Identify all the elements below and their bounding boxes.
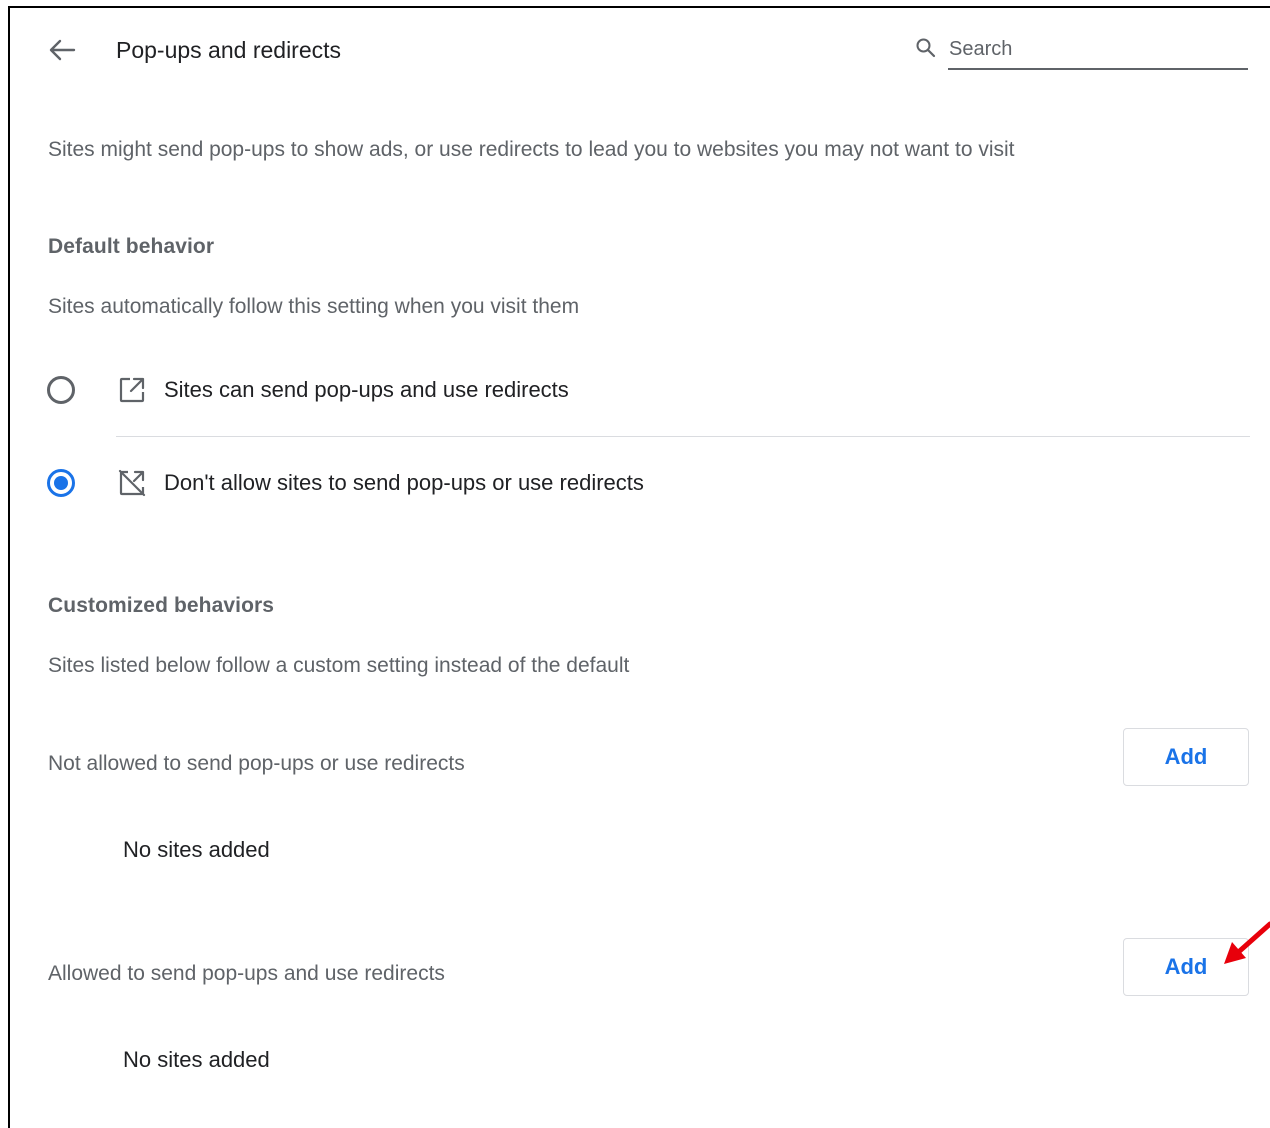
arrow-back-icon (49, 39, 76, 61)
annotation-arrow-icon (1224, 921, 1270, 964)
radio-label-block-popups: Don't allow sites to send pop-ups or use… (164, 470, 644, 495)
blocked-sites-label: Not allowed to send pop-ups or use redir… (48, 752, 465, 775)
search-field[interactable] (910, 28, 1250, 74)
radio-label-allow-popups: Sites can send pop-ups and use redirects (164, 377, 569, 402)
page-description: Sites might send pop-ups to show ads, or… (48, 138, 1015, 161)
radio-option-block-popups[interactable]: Don't allow sites to send pop-ups or use… (40, 453, 1250, 513)
default-behavior-subtitle: Sites automatically follow this setting … (48, 295, 580, 318)
allowed-sites-empty-text: No sites added (123, 1047, 270, 1072)
search-icon (916, 38, 936, 58)
option-divider (116, 436, 1250, 437)
search-input[interactable] (948, 30, 1248, 70)
page-title: Pop-ups and redirects (116, 37, 342, 63)
customized-behaviors-heading: Customized behaviors (48, 594, 275, 617)
add-blocked-site-button[interactable]: Add (1123, 728, 1249, 786)
default-behavior-heading: Default behavior (48, 235, 215, 258)
blocked-popup-icon (118, 469, 146, 497)
radio-button-block-popups[interactable] (47, 469, 75, 497)
blocked-sites-empty-text: No sites added (123, 837, 270, 862)
open-in-new-icon (119, 377, 145, 403)
allowed-sites-label: Allowed to send pop-ups and use redirect… (48, 962, 445, 985)
back-button[interactable] (46, 36, 78, 64)
radio-button-allow-popups[interactable] (47, 376, 75, 404)
radio-option-allow-popups[interactable]: Sites can send pop-ups and use redirects (40, 360, 1250, 420)
customized-behaviors-subtitle: Sites listed below follow a custom setti… (48, 654, 630, 677)
